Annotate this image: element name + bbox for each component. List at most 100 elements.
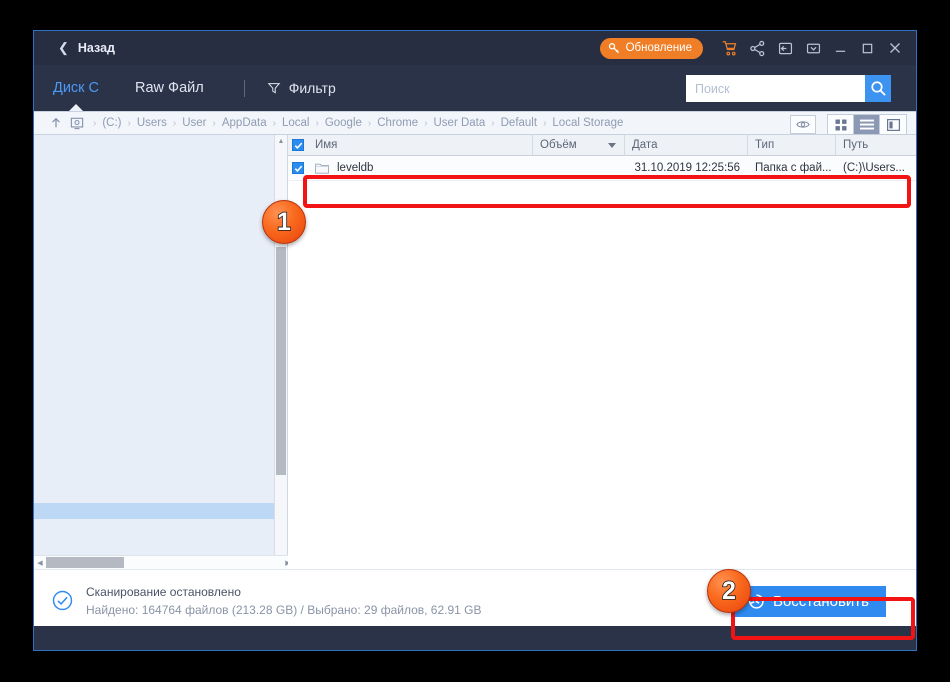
folder-icon <box>315 162 329 174</box>
tree-vscroll-thumb[interactable] <box>276 247 286 475</box>
column-header-type[interactable]: Тип <box>748 134 836 156</box>
minimize-button[interactable] <box>827 33 854 63</box>
tab-divider <box>243 79 245 97</box>
cell-date-label: 31.10.2019 12:25:56 <box>634 162 740 174</box>
share-icon[interactable] <box>743 33 771 63</box>
active-tab-indicator <box>69 104 83 111</box>
search-box <box>686 75 891 102</box>
breadcrumb: › (C:) › Users › User › AppData › Local … <box>87 117 623 129</box>
breadcrumb-separator: › <box>272 117 276 129</box>
up-arrow-icon[interactable] <box>50 117 62 129</box>
window-footer-strip <box>34 626 916 631</box>
cart-icon[interactable] <box>715 33 743 63</box>
status-bar: Сканирование остановлено Найдено: 164764… <box>34 569 916 631</box>
breadcrumb-item-appdata[interactable]: AppData <box>222 117 267 129</box>
menu-dropdown-icon[interactable] <box>799 33 827 63</box>
key-icon <box>608 42 619 53</box>
breadcrumb-separator: › <box>212 117 216 129</box>
tree-horizontal-scrollbar[interactable]: ◀ ▶ <box>34 555 294 569</box>
column-header-size-label: Объём <box>540 139 577 151</box>
folder-tree-panel[interactable]: ▲ ▼ ◀ ▶ <box>34 135 294 569</box>
cell-type: Папка с фай... <box>748 156 836 181</box>
feedback-icon[interactable] <box>771 33 799 63</box>
breadcrumb-separator: › <box>93 117 97 129</box>
annotation-badge-1: 1 <box>262 200 306 244</box>
view-controls <box>790 114 907 135</box>
titlebar-actions: Обновление <box>599 31 908 65</box>
breadcrumb-separator: › <box>491 117 495 129</box>
column-header-name[interactable]: Имя <box>308 134 533 156</box>
list-view-button[interactable] <box>854 115 880 134</box>
row-checkbox[interactable] <box>292 162 304 174</box>
column-header-date-label: Дата <box>632 139 658 151</box>
select-all-checkbox-cell[interactable] <box>288 135 308 156</box>
breadcrumb-item-drive[interactable]: (C:) <box>102 117 121 129</box>
file-list-header: Имя Объём Дата Тип Путь <box>288 134 916 156</box>
breadcrumb-item-users[interactable]: Users <box>137 117 167 129</box>
restore-button-label: Восстановить <box>772 593 869 610</box>
title-bar: ❮ Назад Обновление <box>34 31 916 65</box>
maximize-button[interactable] <box>854 33 881 63</box>
breadcrumb-item-local[interactable]: Local <box>282 117 310 129</box>
breadcrumb-item-google[interactable]: Google <box>325 117 362 129</box>
tab-raw-file[interactable]: Raw Файл <box>135 65 204 111</box>
search-input[interactable] <box>686 75 865 102</box>
column-header-path[interactable]: Путь <box>836 135 916 156</box>
close-button[interactable] <box>881 33 908 63</box>
grid-view-button[interactable] <box>828 115 854 134</box>
tree-selected-row[interactable] <box>34 503 287 519</box>
list-icon <box>859 119 874 130</box>
check-circle-icon <box>52 590 73 611</box>
app-window: ❮ Назад Обновление Диск С Raw Файл Фильт… <box>33 30 917 651</box>
restore-button[interactable]: Восстановить <box>730 586 886 617</box>
annotation-badge-1-label: 1 <box>276 207 291 236</box>
breadcrumb-separator: › <box>127 117 131 129</box>
column-header-size[interactable]: Объём <box>533 134 625 156</box>
search-button[interactable] <box>865 75 891 102</box>
split-view-button[interactable] <box>880 115 906 134</box>
cell-name-label: leveldb <box>337 162 374 174</box>
scroll-left-arrow-icon[interactable]: ◀ <box>34 559 46 567</box>
column-header-date[interactable]: Дата <box>625 134 748 156</box>
chevron-left-icon: ❮ <box>58 40 69 55</box>
breadcrumb-item-user[interactable]: User <box>182 117 206 129</box>
column-header-type-label: Тип <box>755 139 775 151</box>
tab-raw-file-label: Raw Файл <box>135 80 204 96</box>
scan-status-label: Сканирование остановлено <box>86 584 241 599</box>
cell-type-label: Папка с фай... <box>755 162 832 174</box>
scroll-up-arrow-icon[interactable]: ▲ <box>275 135 287 148</box>
sort-descending-icon <box>608 142 616 148</box>
computer-icon[interactable] <box>70 117 84 130</box>
search-icon <box>870 81 886 96</box>
cell-path: (C:)\Users... <box>836 156 916 181</box>
breadcrumb-separator: › <box>424 117 428 129</box>
scan-counts-label: Найдено: 164764 файлов (213.28 GB) / Выб… <box>86 602 482 617</box>
table-row[interactable]: leveldb 31.10.2019 12:25:56 Папка с фай.… <box>288 156 916 181</box>
screenshot-root: ❮ Назад Обновление Диск С Raw Файл Фильт… <box>0 0 950 682</box>
filter-button[interactable]: Фильтр <box>267 80 336 96</box>
breadcrumb-item-local-storage[interactable]: Local Storage <box>552 117 623 129</box>
breadcrumb-item-user-data[interactable]: User Data <box>434 117 486 129</box>
column-header-name-label: Имя <box>315 139 338 151</box>
split-pane-icon <box>886 118 900 131</box>
filter-icon <box>267 83 281 94</box>
path-bar: › (C:) › Users › User › AppData › Local … <box>34 111 916 135</box>
annotation-badge-2-label: 2 <box>721 576 736 605</box>
cell-date: 31.10.2019 12:25:56 <box>625 156 748 181</box>
select-all-checkbox[interactable] <box>292 139 304 151</box>
view-mode-group <box>827 114 907 135</box>
row-checkbox-cell[interactable] <box>288 156 308 181</box>
tree-hscroll-thumb[interactable] <box>46 557 124 568</box>
column-header-path-label: Путь <box>843 139 869 151</box>
breadcrumb-item-chrome[interactable]: Chrome <box>377 117 418 129</box>
back-button[interactable]: ❮ Назад <box>58 40 115 56</box>
tab-disk-c-label: Диск С <box>53 80 100 96</box>
file-list-panel: Имя Объём Дата Тип Путь leveldb 31.10.20… <box>288 134 916 590</box>
annotation-badge-2: 2 <box>707 569 751 613</box>
preview-toggle-button[interactable] <box>790 115 816 134</box>
breadcrumb-item-default[interactable]: Default <box>501 117 537 129</box>
update-button[interactable]: Обновление <box>599 37 703 59</box>
status-texts: Сканирование остановлено Найдено: 164764… <box>86 585 482 617</box>
grid-icon <box>835 119 846 130</box>
tab-disk-c[interactable]: Диск С <box>53 65 99 111</box>
